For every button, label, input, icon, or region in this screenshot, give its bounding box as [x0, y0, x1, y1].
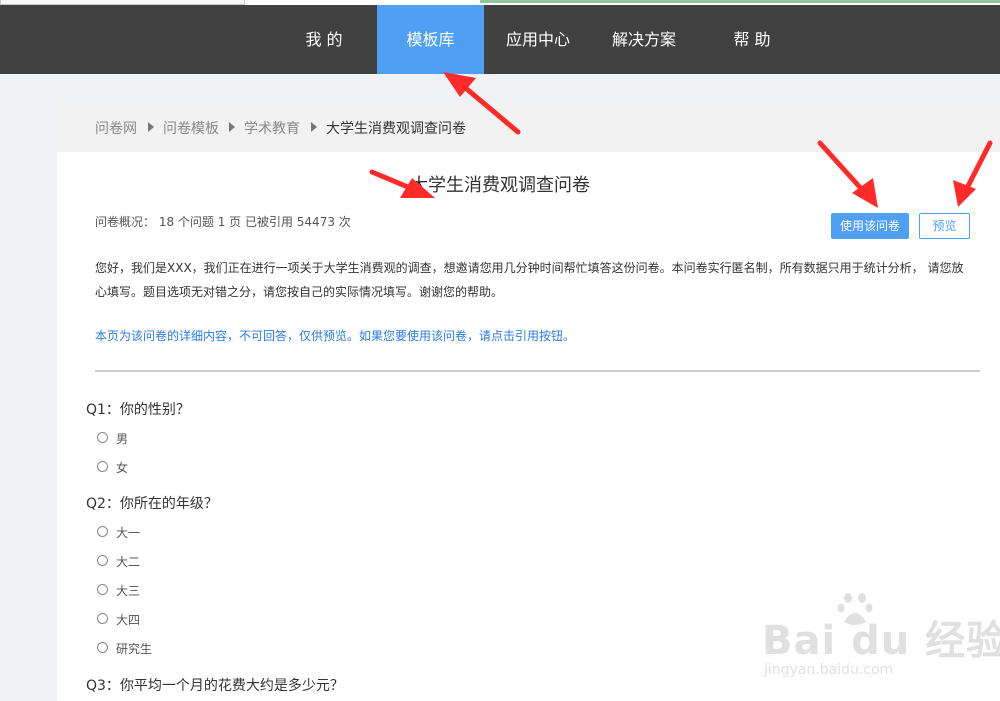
use-survey-button[interactable]: 使用该问卷 [831, 213, 909, 239]
breadcrumb-academic[interactable]: 学术教育 [244, 118, 300, 138]
nav-item-template-library[interactable]: 模板库 [377, 5, 484, 74]
survey-overview: 问卷概况： 18 个问题 1 页 已被引用 54473 次 [95, 215, 351, 229]
breadcrumb-separator-icon [311, 122, 317, 132]
divider [95, 370, 980, 372]
nav-item-app-center[interactable]: 应用中心 [492, 5, 584, 74]
breadcrumb-wenjuanwang[interactable]: 问卷网 [95, 118, 137, 138]
browser-accent-line [480, 0, 1000, 3]
preview-button[interactable]: 预览 [919, 213, 970, 239]
radio-icon[interactable] [97, 555, 108, 566]
survey-intro: 您好，我们是XXX，我们正在进行一项关于大学生消费观的调查，想邀请您用几分钟时间… [95, 261, 964, 299]
option-label: 大二 [116, 555, 141, 569]
breadcrumb: 问卷网 问卷模板 学术教育 大学生消费观调查问卷 [57, 103, 1000, 152]
option-label: 大一 [116, 526, 141, 540]
nav-item-solutions[interactable]: 解决方案 [598, 5, 690, 74]
nav-item-help[interactable]: 帮 助 [712, 5, 792, 74]
baidu-jingyan-watermark: Bai du 经验 jingyan.baidu.com [762, 590, 1000, 685]
radio-icon[interactable] [97, 584, 108, 595]
question-title: Q3：你平均一个月的花费大约是多少元？ [86, 678, 344, 694]
radio-icon[interactable] [97, 526, 108, 537]
watermark-brand: Bai du 经验 [762, 618, 1000, 664]
preview-notice: 本页为该问卷的详细内容，不可回答，仅供预览。如果您要使用该问卷，请点击引用按钮。 [95, 329, 576, 343]
paw-icon [837, 593, 873, 625]
radio-icon[interactable] [97, 642, 108, 653]
watermark-url: jingyan.baidu.com [764, 662, 894, 678]
main-nav: 我 的 模板库 应用中心 解决方案 帮 助 [0, 5, 1000, 74]
question-title: Q2：你所在的年级？ [86, 496, 218, 512]
radio-icon[interactable] [97, 432, 108, 443]
option-label: 男 [116, 432, 129, 446]
option-label: 大三 [116, 584, 141, 598]
radio-icon[interactable] [97, 613, 108, 624]
option-label: 大四 [116, 613, 141, 627]
radio-icon[interactable] [97, 461, 108, 472]
breadcrumb-current: 大学生消费观调查问卷 [326, 121, 466, 137]
breadcrumb-separator-icon [229, 122, 235, 132]
option-label: 研究生 [116, 642, 153, 656]
survey-title: 大学生消费观调查问卷 [410, 175, 590, 196]
question-title: Q1：你的性别？ [86, 402, 190, 418]
breadcrumb-separator-icon [148, 122, 154, 132]
option-label: 女 [116, 461, 129, 475]
nav-item-mine[interactable]: 我 的 [284, 5, 364, 74]
breadcrumb-templates[interactable]: 问卷模板 [163, 118, 219, 138]
